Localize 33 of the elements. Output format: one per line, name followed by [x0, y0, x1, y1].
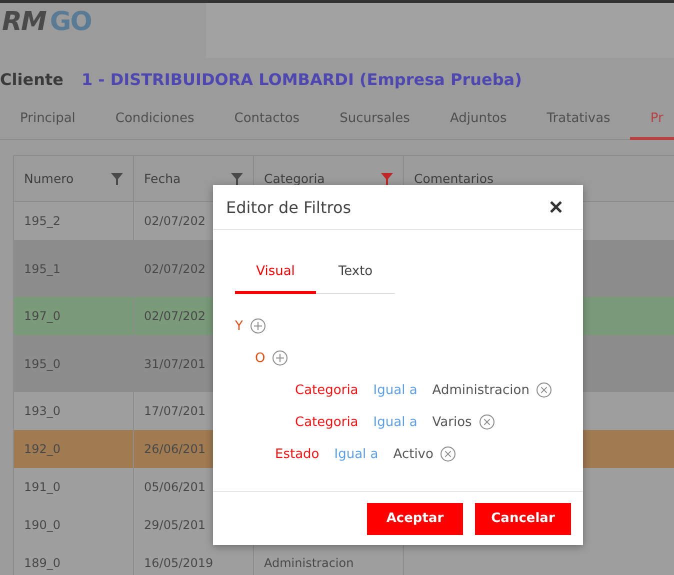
logo: RMGO — [2, 6, 92, 39]
tab[interactable]: Contactos — [214, 108, 320, 140]
group-operator[interactable]: O — [255, 350, 266, 366]
condition-operator[interactable]: Igual a — [373, 382, 418, 398]
condition-field[interactable]: Categoria — [295, 414, 358, 430]
add-icon[interactable] — [250, 318, 266, 334]
tab[interactable]: Texto — [316, 254, 395, 294]
group-operator[interactable]: Y — [235, 318, 243, 334]
cancel-button[interactable]: Cancelar — [475, 502, 571, 534]
condition-value[interactable]: Activo — [393, 446, 434, 462]
condition-field[interactable]: Estado — [275, 446, 320, 462]
client-name: 1 - DISTRIBUIDORA LOMBARDI (Empresa Prueba) — [81, 70, 522, 89]
filter-icon[interactable] — [111, 172, 123, 184]
tab[interactable]: Tratativas — [526, 108, 630, 140]
client-label: Cliente — [0, 70, 64, 89]
tab[interactable]: Visual — [235, 254, 316, 294]
tab[interactable]: Pr — [630, 108, 674, 140]
table-cell: 189_0 — [14, 544, 134, 575]
tab[interactable]: Condiciones — [95, 108, 214, 140]
tab[interactable]: Adjuntos — [430, 108, 527, 140]
tab[interactable]: Sucursales — [320, 108, 430, 140]
accept-button[interactable]: Aceptar — [367, 502, 463, 534]
condition-field[interactable]: Categoria — [295, 382, 358, 398]
condition-value[interactable]: Varios — [432, 414, 472, 430]
remove-icon[interactable] — [536, 382, 552, 398]
close-button[interactable] — [549, 200, 563, 214]
condition-operator[interactable]: Igual a — [373, 414, 418, 430]
add-icon[interactable] — [272, 350, 288, 366]
condition-operator[interactable]: Igual a — [334, 446, 378, 462]
remove-icon[interactable] — [478, 414, 495, 430]
tab[interactable]: Principal — [0, 108, 96, 140]
condition-value[interactable]: Administracion — [432, 382, 530, 398]
remove-icon[interactable] — [440, 446, 456, 462]
